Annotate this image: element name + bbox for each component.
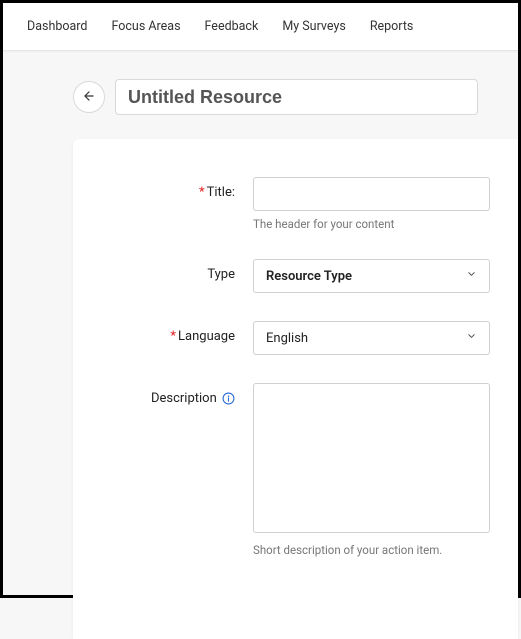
type-selected-value: Resource Type <box>266 269 352 284</box>
title-row <box>3 79 518 139</box>
nav-dashboard[interactable]: Dashboard <box>27 19 87 34</box>
description-label: Description <box>83 383 253 406</box>
title-label: *Title: <box>83 177 253 200</box>
top-nav: Dashboard Focus Areas Feedback My Survey… <box>3 3 518 51</box>
description-helper: Short description of your action item. <box>253 543 490 557</box>
nav-my-surveys[interactable]: My Surveys <box>282 19 345 34</box>
info-icon[interactable] <box>222 392 235 405</box>
nav-reports[interactable]: Reports <box>370 19 414 34</box>
nav-feedback[interactable]: Feedback <box>205 19 259 34</box>
type-select[interactable]: Resource Type <box>253 259 490 293</box>
required-asterisk: * <box>199 185 205 200</box>
page-body: *Title: The header for your content Type… <box>3 51 518 639</box>
resource-title-input[interactable] <box>115 79 478 115</box>
chevron-down-icon <box>466 331 477 346</box>
field-type-row: Type Resource Type <box>83 259 490 293</box>
language-select[interactable]: English <box>253 321 490 355</box>
arrow-left-icon <box>82 89 96 106</box>
description-field[interactable] <box>253 383 490 533</box>
back-button[interactable] <box>73 81 105 113</box>
language-selected-value: English <box>266 331 308 346</box>
chevron-down-icon <box>466 269 477 284</box>
title-helper: The header for your content <box>253 217 490 231</box>
title-field[interactable] <box>253 177 490 211</box>
required-asterisk: * <box>170 329 176 344</box>
field-title-row: *Title: The header for your content <box>83 177 490 231</box>
field-description-row: Description Short description of your ac… <box>83 383 490 557</box>
field-language-row: *Language English <box>83 321 490 355</box>
language-label: *Language <box>83 321 253 344</box>
form-panel: *Title: The header for your content Type… <box>73 139 518 639</box>
type-label: Type <box>83 259 253 282</box>
nav-focus-areas[interactable]: Focus Areas <box>111 19 180 34</box>
